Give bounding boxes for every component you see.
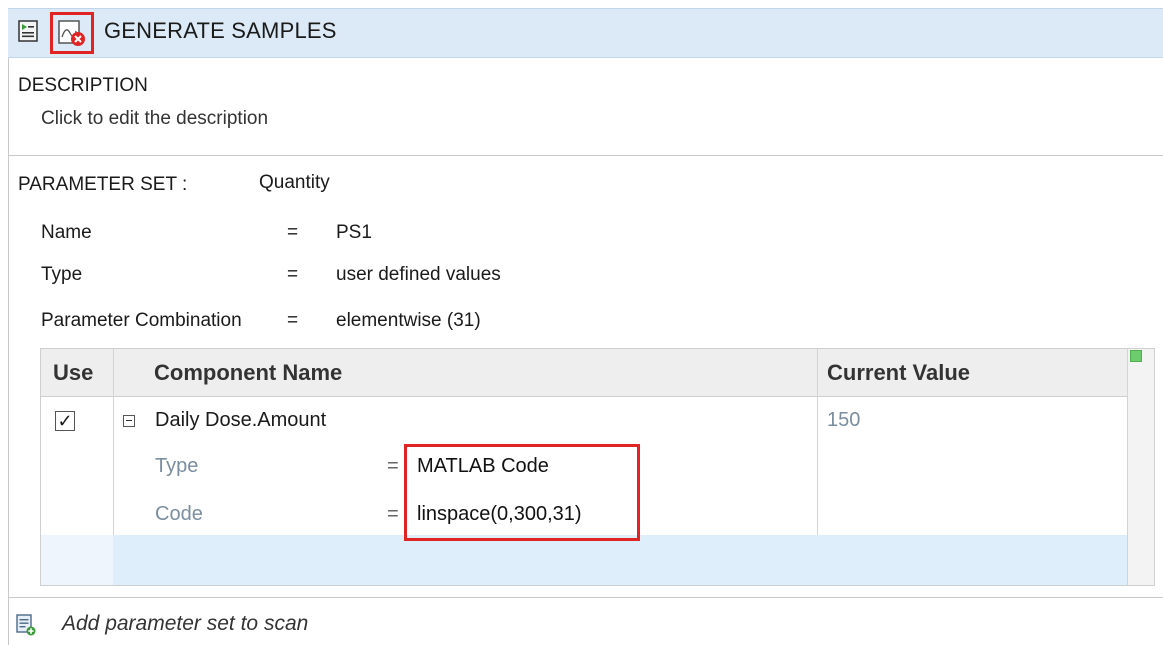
disable-step-button[interactable] — [50, 12, 94, 54]
table-scrollbar[interactable] — [1127, 349, 1154, 585]
param-combination-label: Parameter Combination — [41, 310, 242, 331]
section-title: GENERATE SAMPLES — [104, 18, 337, 43]
empty-table-row[interactable] — [113, 535, 1127, 585]
param-type-eq: = — [287, 264, 299, 285]
param-name-value[interactable]: PS1 — [336, 222, 372, 244]
param-combination-eq: = — [287, 310, 299, 331]
divider — [8, 155, 1163, 156]
column-header-use[interactable]: Use — [41, 349, 113, 397]
current-value[interactable]: 150 — [827, 409, 860, 432]
empty-row-use-cell[interactable] — [41, 535, 113, 585]
program-icon[interactable] — [18, 20, 38, 42]
status-indicator — [1130, 350, 1142, 362]
sub-code-eq: = — [387, 503, 399, 525]
column-header-use-label: Use — [53, 359, 94, 385]
column-header-current-value-label: Current Value — [827, 359, 971, 385]
add-parameter-set-link[interactable]: Add parameter set to scan — [62, 612, 308, 636]
column-divider — [817, 349, 818, 535]
use-checkbox[interactable]: ✓ — [55, 411, 75, 431]
collapse-toggle-icon[interactable] — [123, 415, 135, 427]
param-type-label: Type — [41, 264, 83, 285]
parameter-set-label: PARAMETER SET : — [18, 174, 188, 195]
description-label: DESCRIPTION — [18, 75, 148, 96]
divider — [8, 597, 1163, 598]
param-type-value[interactable]: user defined values — [336, 264, 501, 286]
parameter-set-value[interactable]: Quantity — [259, 172, 330, 194]
param-combination-value[interactable]: elementwise (31) — [336, 310, 481, 332]
column-header-component-name-label: Component Name — [154, 359, 343, 385]
sub-type-eq: = — [387, 455, 399, 477]
highlight-annotation — [404, 444, 640, 541]
sub-code-label: Code — [155, 503, 203, 525]
param-name-label: Name — [41, 222, 92, 243]
sub-type-label: Type — [155, 455, 199, 477]
add-parameter-set-icon[interactable] — [16, 614, 36, 636]
description-text[interactable]: Click to edit the description — [41, 108, 268, 130]
delete-step-icon — [58, 20, 85, 46]
column-header-component-name[interactable]: Component Name — [113, 349, 817, 397]
param-name-eq: = — [287, 222, 299, 243]
checkmark-icon: ✓ — [57, 411, 73, 431]
column-header-current-value[interactable]: Current Value — [817, 349, 1127, 397]
component-name[interactable]: Daily Dose.Amount — [155, 409, 326, 432]
